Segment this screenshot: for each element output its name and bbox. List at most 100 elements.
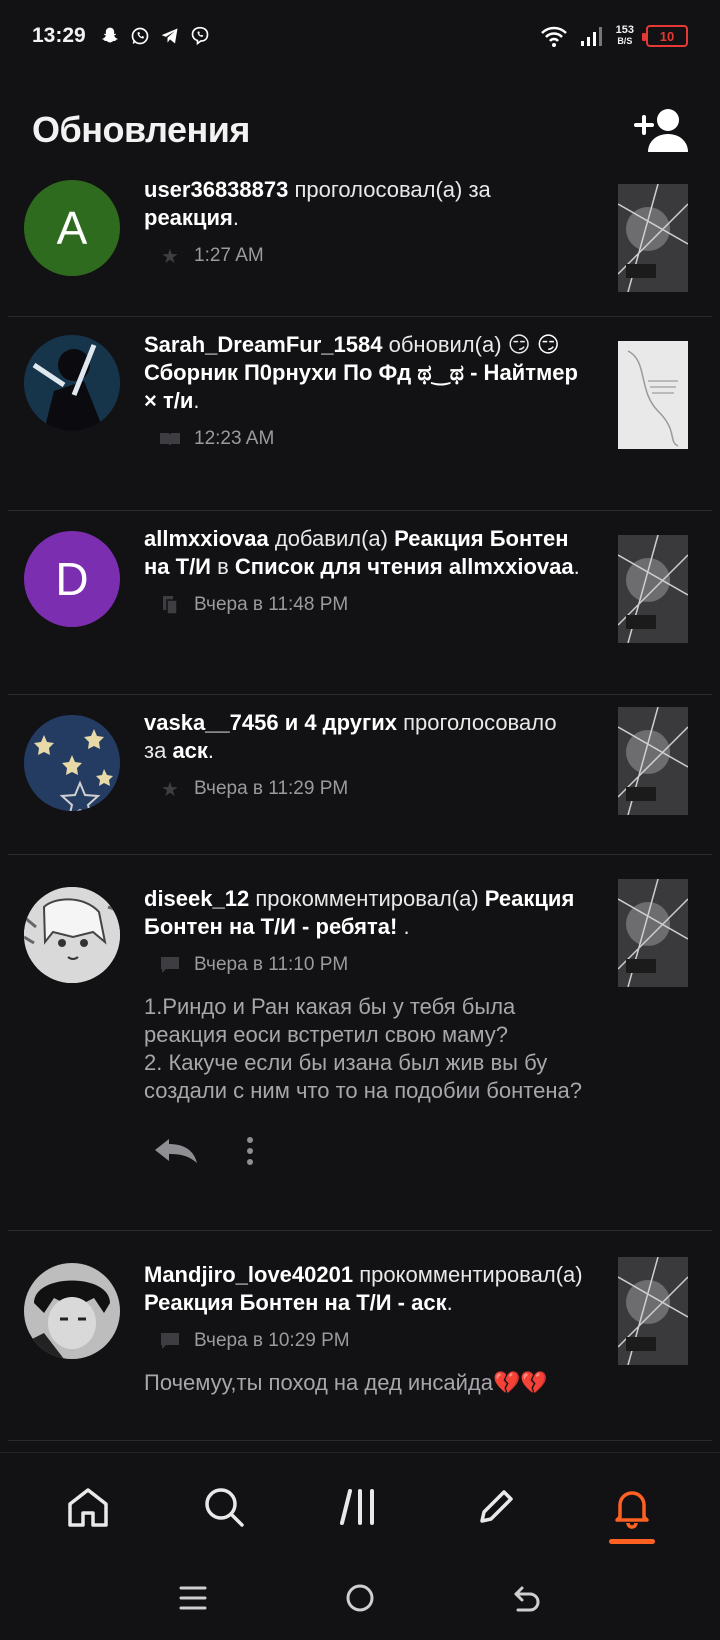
item-text: vaska__7456 и 4 других проголосовало за …: [144, 709, 584, 765]
item-content: user36838873 проголосовал(а) за реакция.…: [144, 176, 584, 270]
item-meta: ★ 1:27 AM: [144, 242, 584, 270]
story-cover[interactable]: [618, 184, 688, 292]
feed-item[interactable]: diseek_12 прокомментировал(а) Реакция Бо…: [8, 855, 712, 1231]
username-link[interactable]: diseek_12: [144, 886, 249, 911]
avatar[interactable]: A: [24, 180, 120, 276]
circle-icon: [346, 1584, 374, 1611]
username-link[interactable]: Mandjiro_love40201: [144, 1262, 353, 1287]
bottom-navigation: [0, 1452, 720, 1560]
avatar[interactable]: [24, 335, 120, 431]
notifications-icon: [615, 1490, 649, 1529]
story-link[interactable]: Реакция Бонтен на Т/И - аск: [144, 1290, 447, 1315]
avatar[interactable]: [24, 715, 120, 811]
net-speed-unit: B/S: [617, 36, 633, 46]
telegram-icon: [161, 28, 178, 44]
nav-home-button[interactable]: [43, 1462, 133, 1552]
whatsapp-icon: [131, 27, 149, 45]
avatar[interactable]: [24, 1263, 120, 1359]
write-icon: [480, 1489, 513, 1523]
username-link[interactable]: Sarah_DreamFur_1584: [144, 332, 382, 357]
item-content: allmxxiovaa добавил(а) Реакция Бонтен на…: [144, 525, 584, 619]
page-title: Обновления: [32, 109, 250, 150]
book-icon: [156, 425, 184, 453]
snapchat-icon: [102, 27, 118, 43]
username-link[interactable]: allmxxiovaa: [144, 526, 269, 551]
dot-icon: [247, 1159, 253, 1165]
item-time: Вчера в 11:48 PM: [194, 594, 349, 615]
reading-list-icon: [156, 591, 184, 619]
item-content: Mandjiro_love40201 прокомментировал(а) Р…: [144, 1261, 584, 1397]
story-cover-image: [618, 879, 688, 987]
feed-item[interactable]: Sarah_DreamFur_1584 обновил(а) 😏 😏 Сборн…: [8, 317, 712, 511]
updates-feed[interactable]: A user36838873 проголосовал(а) за реакци…: [0, 176, 720, 1450]
back-system-button[interactable]: [512, 1584, 542, 1617]
story-link[interactable]: аск: [172, 738, 207, 763]
punctuation: .: [207, 738, 215, 763]
story-cover[interactable]: [618, 535, 688, 643]
action-text: прокомментировал(а): [249, 886, 485, 911]
item-text: diseek_12 прокомментировал(а) Реакция Бо…: [144, 885, 584, 941]
story-link[interactable]: реакция: [144, 205, 233, 230]
story-cover-image: [618, 535, 688, 643]
avatar-image: [24, 715, 120, 811]
net-speed: 153 B/S: [616, 25, 634, 47]
punctuation: .: [232, 205, 239, 230]
battery-indicator: 10: [642, 25, 688, 47]
item-meta: ★ Вчера в 11:29 PM: [144, 775, 584, 803]
feed-item[interactable]: A user36838873 проголосовал(а) за реакци…: [8, 176, 712, 317]
punctuation: .: [446, 1290, 453, 1315]
avatar-letter: A: [56, 202, 88, 254]
item-content: vaska__7456 и 4 других проголосовало за …: [144, 709, 584, 803]
avatar-letter: D: [55, 553, 89, 605]
item-text: Mandjiro_love40201 прокомментировал(а) Р…: [144, 1261, 584, 1317]
search-icon: [205, 1487, 244, 1527]
add-user-button[interactable]: [628, 102, 688, 158]
reply-button[interactable]: [152, 1131, 200, 1171]
item-text: Sarah_DreamFur_1584 обновил(а) 😏 😏 Сборн…: [144, 331, 584, 415]
story-cover-image: [618, 184, 688, 292]
username-link[interactable]: user36838873: [144, 177, 288, 202]
nav-library-button[interactable]: [315, 1462, 405, 1552]
story-cover[interactable]: [618, 1257, 688, 1365]
item-meta: Вчера в 11:10 PM: [144, 951, 584, 979]
punctuation: .: [397, 914, 410, 939]
item-time: 12:23 AM: [194, 428, 275, 449]
feed-item[interactable]: D allmxxiovaa добавил(а) Реакция Бонтен …: [8, 511, 712, 695]
net-speed-value: 153: [615, 24, 634, 36]
add-user-icon: [634, 109, 688, 152]
item-meta: Вчера в 11:48 PM: [144, 591, 584, 619]
nav-write-button[interactable]: [451, 1462, 541, 1552]
item-time: 1:27 AM: [194, 245, 264, 266]
item-text: allmxxiovaa добавил(а) Реакция Бонтен на…: [144, 525, 584, 581]
item-time: Вчера в 11:10 PM: [194, 954, 349, 975]
username-link[interactable]: vaska__7456 и 4 других: [144, 710, 397, 735]
avatar[interactable]: [24, 887, 120, 983]
star-icon: ★: [161, 778, 179, 801]
more-options-button[interactable]: [240, 1131, 260, 1171]
story-cover-image: [618, 707, 688, 815]
reading-list-link[interactable]: Список для чтения allmxxiovaa: [235, 554, 574, 579]
wifi-icon: [540, 26, 567, 47]
item-text: user36838873 проголосовал(а) за реакция.: [144, 176, 584, 232]
system-navigation: [0, 1560, 720, 1640]
viber-icon: [191, 26, 209, 46]
punctuation: .: [193, 388, 200, 413]
connector-text: в: [211, 554, 235, 579]
comment-actions: [144, 1131, 584, 1171]
story-cover[interactable]: [618, 341, 688, 449]
feed-item[interactable]: Mandjiro_love40201 прокомментировал(а) Р…: [8, 1231, 712, 1441]
nav-notifications-button[interactable]: [587, 1462, 677, 1552]
home-system-button[interactable]: [345, 1583, 375, 1618]
menu-icon: [179, 1586, 207, 1609]
avatar[interactable]: D: [24, 531, 120, 627]
story-cover[interactable]: [618, 879, 688, 987]
status-bar: 13:29 153 B/S 10: [0, 0, 720, 72]
item-meta: Вчера в 10:29 PM: [144, 1327, 584, 1355]
feed-item[interactable]: vaska__7456 и 4 других проголосовало за …: [8, 695, 712, 855]
item-content: Sarah_DreamFur_1584 обновил(а) 😏 😏 Сборн…: [144, 331, 584, 453]
nav-search-button[interactable]: [179, 1462, 269, 1552]
recent-apps-button[interactable]: [178, 1585, 208, 1616]
signal-icon: [580, 27, 602, 46]
story-cover[interactable]: [618, 707, 688, 815]
library-icon: [340, 1488, 374, 1525]
